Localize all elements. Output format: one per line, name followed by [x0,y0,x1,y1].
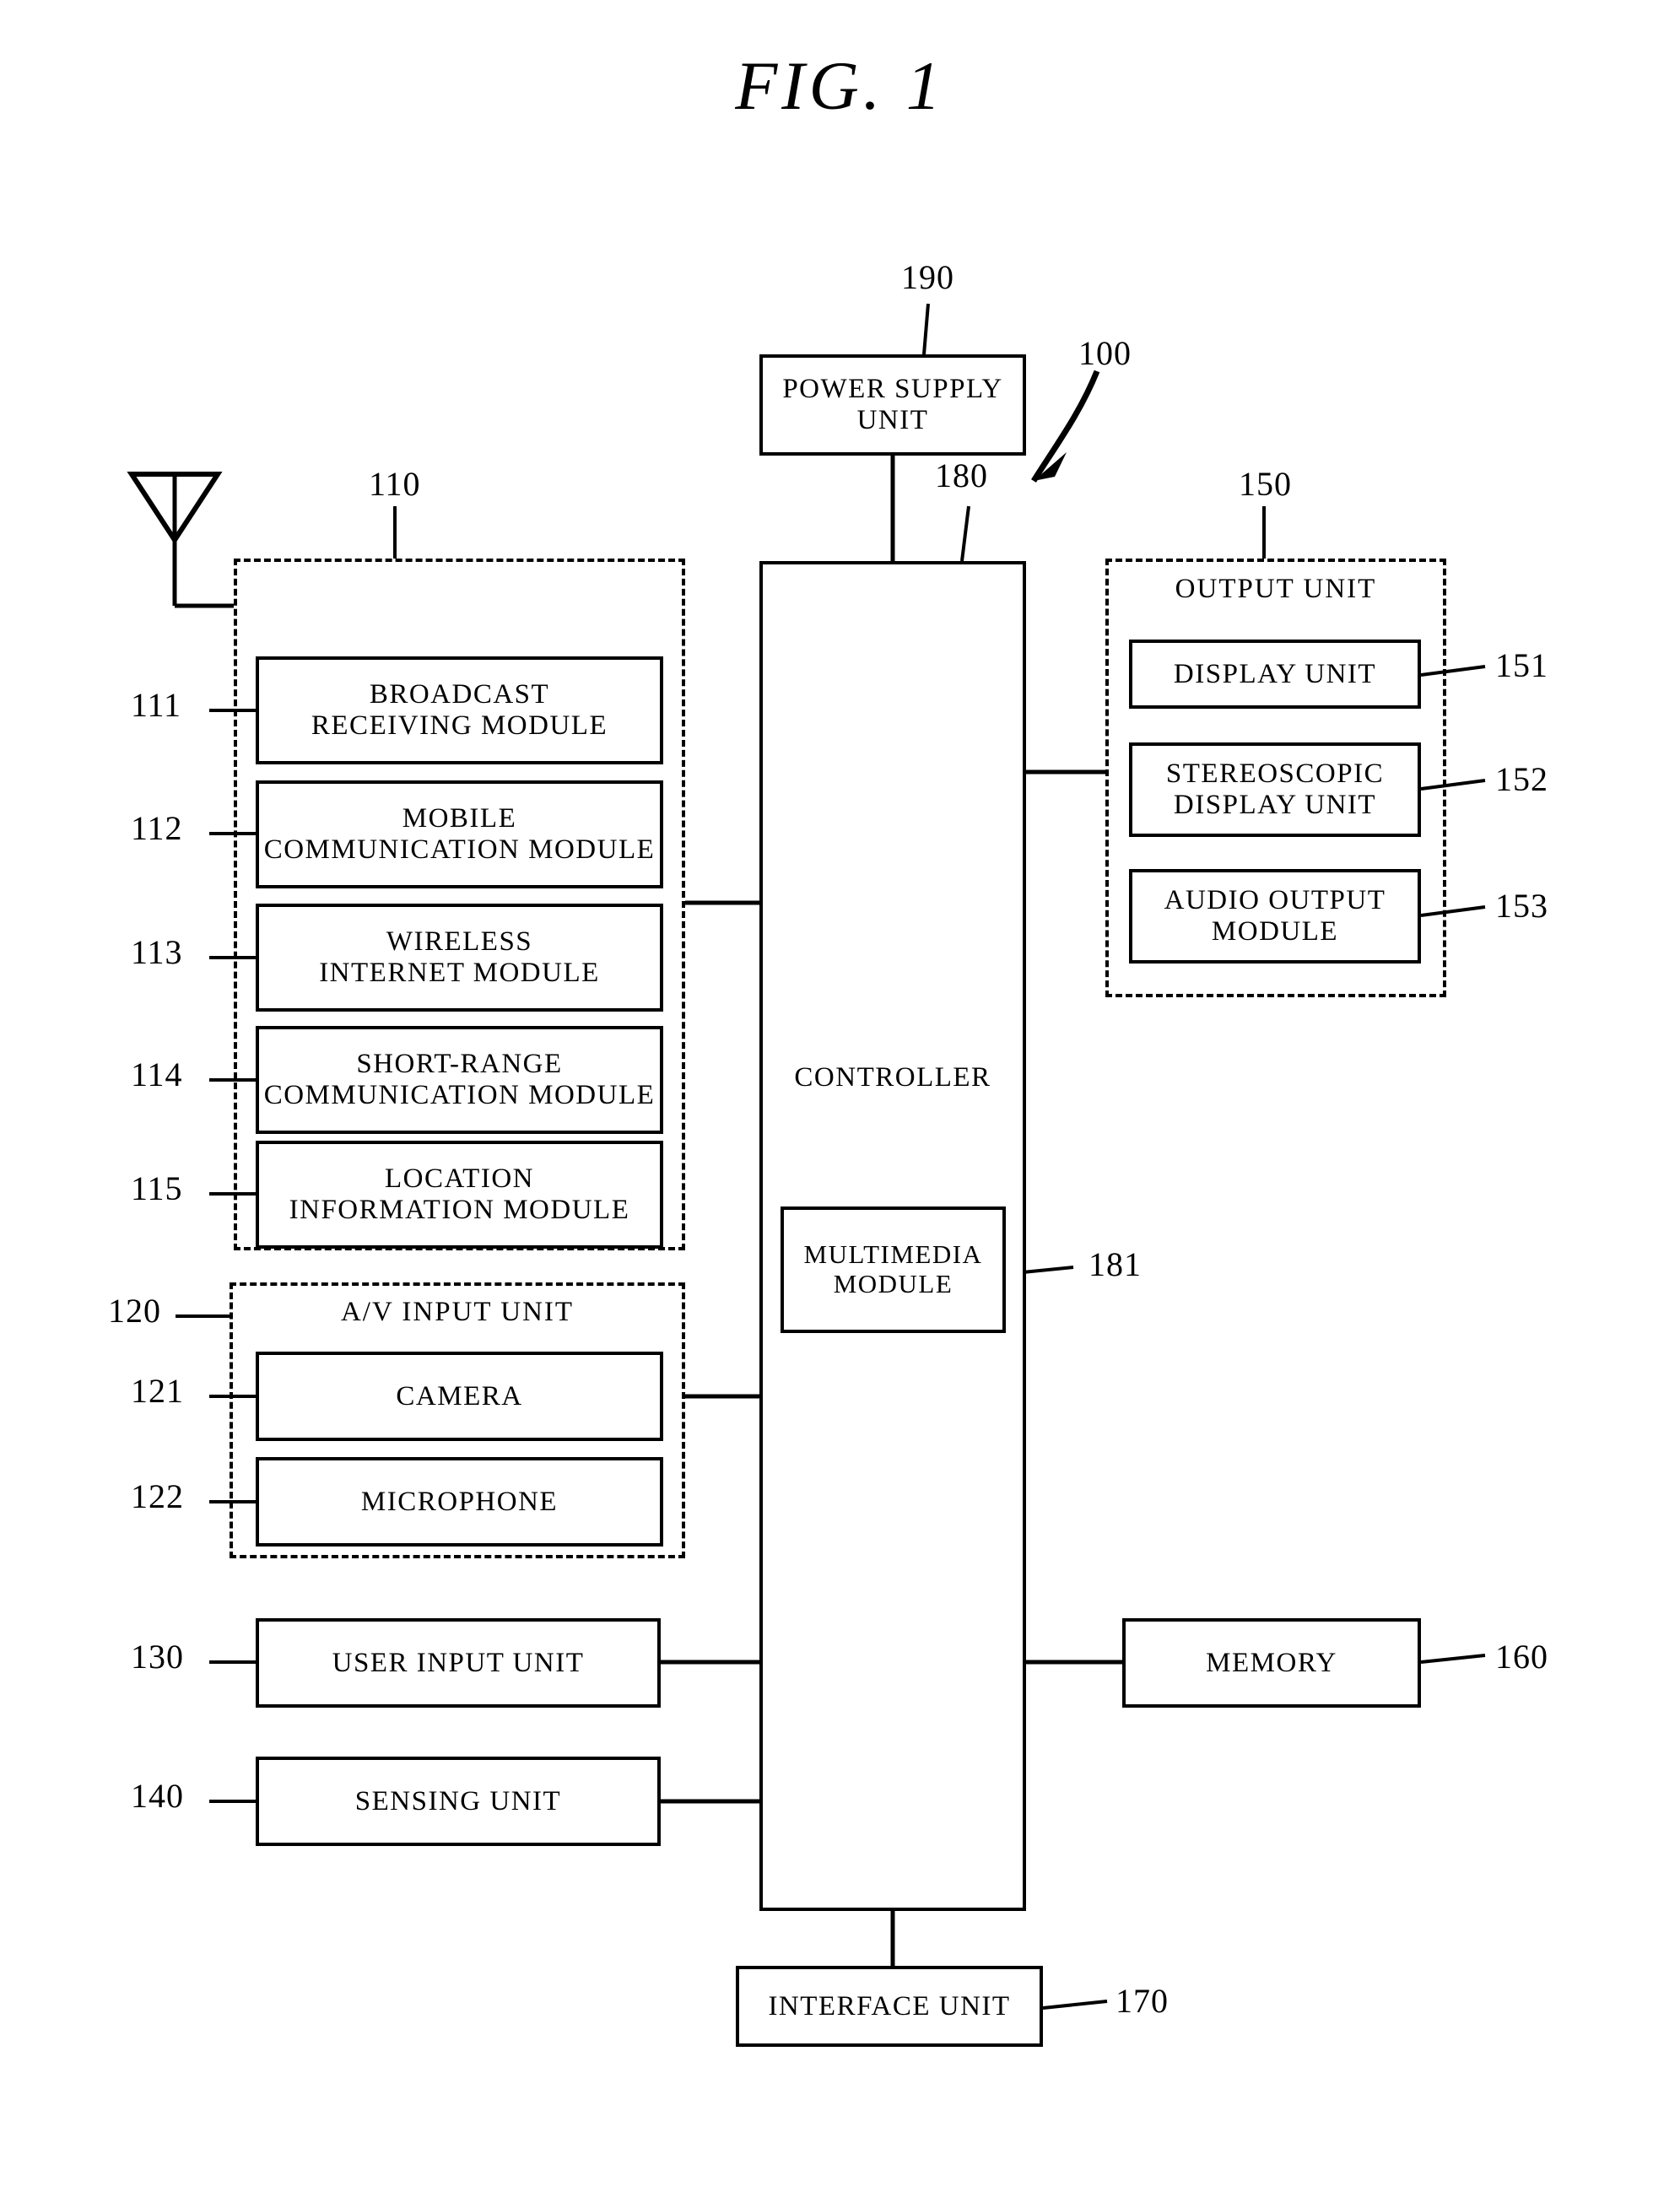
user-input-unit-label: USER INPUT UNIT [332,1647,585,1678]
display-unit-label: DISPLAY UNIT [1173,658,1377,689]
broadcast-receiving-module-label: BROADCAST RECEIVING MODULE [311,679,608,741]
wireless-internet-module-label: WIRELESS INTERNET MODULE [319,926,600,988]
ref-130: 130 [131,1638,184,1676]
memory-label: MEMORY [1206,1647,1337,1678]
ref-181: 181 [1088,1245,1142,1283]
ref-100: 100 [1078,334,1132,372]
microphone-box: MICROPHONE [256,1457,663,1547]
ref-180: 180 [935,456,988,494]
sensing-unit-box: SENSING UNIT [256,1757,661,1846]
ref-111: 111 [131,686,182,724]
camera-label: CAMERA [396,1380,523,1412]
controller-label: CONTROLLER [794,1062,991,1093]
patent-figure-page: FIG. 1 POWER SUPPLY UNIT 190 100 CONTROL… [0,0,1680,2197]
ref-170: 170 [1115,1982,1169,2020]
multimedia-module-label: MULTIMEDIA MODULE [803,1239,983,1298]
page-title: FIG. 1 [735,47,945,124]
location-information-module-box: LOCATION INFORMATION MODULE [256,1141,663,1249]
audio-output-module-label: AUDIO OUTPUT MODULE [1164,885,1386,947]
ref-151: 151 [1495,646,1548,684]
broadcast-receiving-module-box: BROADCAST RECEIVING MODULE [256,656,663,764]
microphone-label: MICROPHONE [360,1486,559,1517]
ref-112: 112 [131,809,183,847]
power-supply-unit-box: POWER SUPPLY UNIT [759,354,1026,456]
stereoscopic-display-unit-box: STEREOSCOPIC DISPLAY UNIT [1129,742,1421,837]
mobile-communication-module-label: MOBILE COMMUNICATION MODULE [263,803,656,865]
short-range-communication-module-box: SHORT-RANGE COMMUNICATION MODULE [256,1026,663,1134]
stereoscopic-display-unit-label: STEREOSCOPIC DISPLAY UNIT [1165,758,1385,820]
power-supply-unit-label: POWER SUPPLY UNIT [782,374,1003,435]
antenna-icon [127,472,223,606]
location-information-module-label: LOCATION INFORMATION MODULE [289,1163,630,1225]
ref-121: 121 [131,1372,184,1410]
ref-110: 110 [369,465,421,503]
wireless-internet-module-box: WIRELESS INTERNET MODULE [256,904,663,1012]
ref-160: 160 [1495,1638,1548,1676]
ref-150: 150 [1239,465,1292,503]
user-input-unit-box: USER INPUT UNIT [256,1618,661,1708]
system-ref-arrow [1031,370,1100,483]
ref-122: 122 [131,1477,184,1515]
sensing-unit-label: SENSING UNIT [354,1785,562,1816]
ref-190: 190 [901,258,954,296]
multimedia-module-box: MULTIMEDIA MODULE [781,1206,1006,1333]
ref-120: 120 [108,1292,161,1330]
ref-153: 153 [1495,887,1548,925]
display-unit-box: DISPLAY UNIT [1129,640,1421,709]
camera-box: CAMERA [256,1352,663,1441]
ref-115: 115 [131,1169,183,1207]
ref-152: 152 [1495,760,1548,798]
interface-unit-box: INTERFACE UNIT [736,1966,1043,2047]
interface-unit-label: INTERFACE UNIT [768,1990,1011,2022]
short-range-communication-module-label: SHORT-RANGE COMMUNICATION MODULE [263,1049,656,1110]
ref-140: 140 [131,1777,184,1815]
ref-114: 114 [131,1055,183,1093]
av-input-unit-caption: A/V INPUT UNIT [340,1297,575,1327]
mobile-communication-module-box: MOBILE COMMUNICATION MODULE [256,780,663,888]
output-unit-caption: OUTPUT UNIT [1175,574,1377,604]
memory-box: MEMORY [1122,1618,1421,1708]
ref-113: 113 [131,933,183,971]
audio-output-module-box: AUDIO OUTPUT MODULE [1129,869,1421,964]
